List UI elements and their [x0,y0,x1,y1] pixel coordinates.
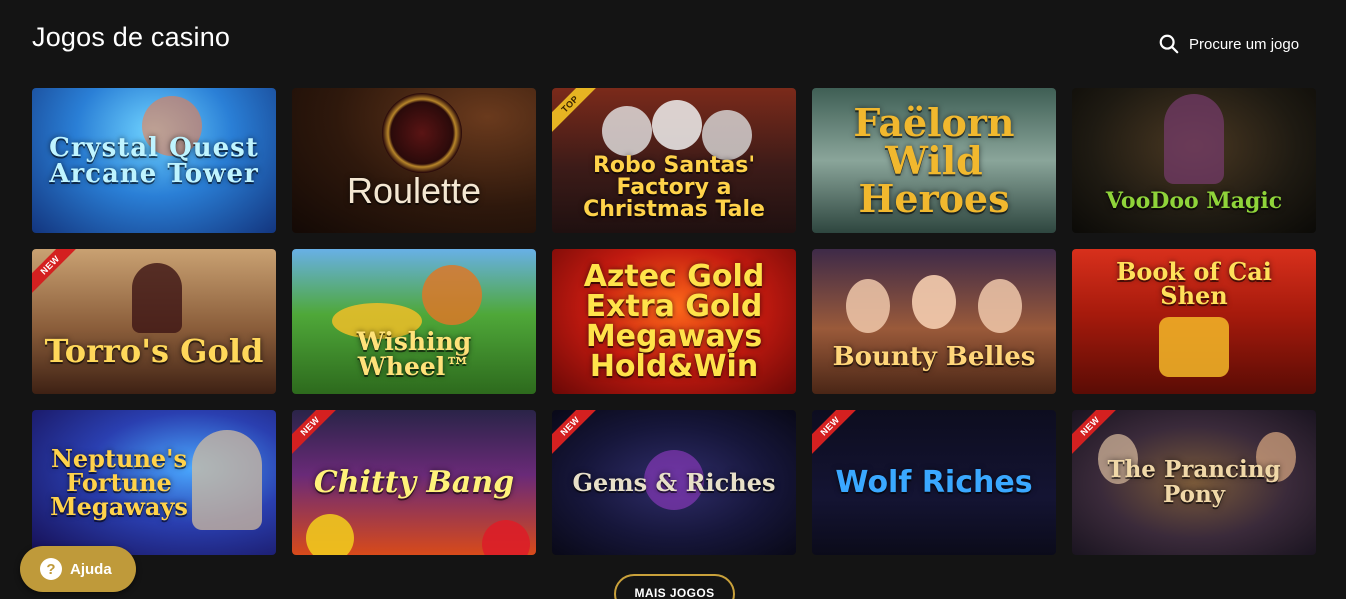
new-badge: NEW [552,410,608,466]
game-title: Robo Santas' Factory a Christmas Tale [583,153,765,222]
game-tile-faelorn[interactable]: Faëlorn Wild Heroes [812,88,1056,233]
game-title: Aztec Gold Extra Gold Megaways Hold&Win [583,258,765,384]
game-tile-neptunes-fortune[interactable]: Neptune's Fortune Megaways [32,410,276,555]
help-label: Ajuda [70,560,112,578]
more-games-button[interactable]: MAIS JOGOS [614,574,735,599]
games-grid: Crystal Quest Arcane Tower Roulette TOP … [32,88,1316,555]
game-title: Faëlorn Wild Heroes [853,99,1015,221]
game-tile-wolf-riches[interactable]: NEW Wolf Riches [812,410,1056,555]
game-title: VooDoo Magic [1105,187,1283,214]
game-tile-torros-gold[interactable]: NEW Torro's Gold [32,249,276,394]
game-tile-chitty-bang[interactable]: NEW Chitty Bang [292,410,536,555]
game-tile-prancing-pony[interactable]: NEW The Prancing Pony [1072,410,1316,555]
game-tile-aztec-gold[interactable]: Aztec Gold Extra Gold Megaways Hold&Win [552,249,796,394]
game-tile-crystal-quest[interactable]: Crystal Quest Arcane Tower [32,88,276,233]
game-title: Neptune's Fortune Megaways [50,443,188,521]
game-title: Book of Cai Shen [1116,257,1272,310]
game-tile-roulette[interactable]: Roulette [292,88,536,233]
new-badge: NEW [1072,410,1128,466]
game-title: Gems & Riches [572,467,776,497]
game-tile-wishing-wheel[interactable]: Wishing Wheel™ [292,249,536,394]
search-icon [1159,34,1179,54]
question-icon: ? [40,558,62,580]
game-tile-voodoo-magic[interactable]: VooDoo Magic [1072,88,1316,233]
game-title: Chitty Bang [313,464,515,500]
game-title: Torro's Gold [44,331,264,370]
help-button[interactable]: ? Ajuda [20,546,136,592]
new-badge: NEW [812,410,868,466]
page-title: Jogos de casino [32,22,231,52]
new-badge: NEW [32,249,88,305]
game-title: Wolf Riches [835,464,1033,500]
game-title: Wishing Wheel™ [356,327,472,381]
new-badge: NEW [292,410,348,466]
top-badge: TOP [552,88,608,144]
game-tile-book-of-cai-shen[interactable]: Book of Cai Shen [1072,249,1316,394]
casino-games-page: Jogos de casino Procure um jogo Crystal … [0,0,1346,599]
search-games-button[interactable]: Procure um jogo [1158,33,1299,55]
game-title: Bounty Belles [832,341,1036,372]
game-tile-robo-santas-factory[interactable]: TOP Robo Santas' Factory a Christmas Tal… [552,88,796,233]
game-tile-bounty-belles[interactable]: Bounty Belles [812,249,1056,394]
game-tile-gems-and-riches[interactable]: NEW Gems & Riches [552,410,796,555]
game-title: Roulette [346,169,482,211]
game-title: Crystal Quest Arcane Tower [49,132,259,189]
search-label: Procure um jogo [1189,35,1300,53]
